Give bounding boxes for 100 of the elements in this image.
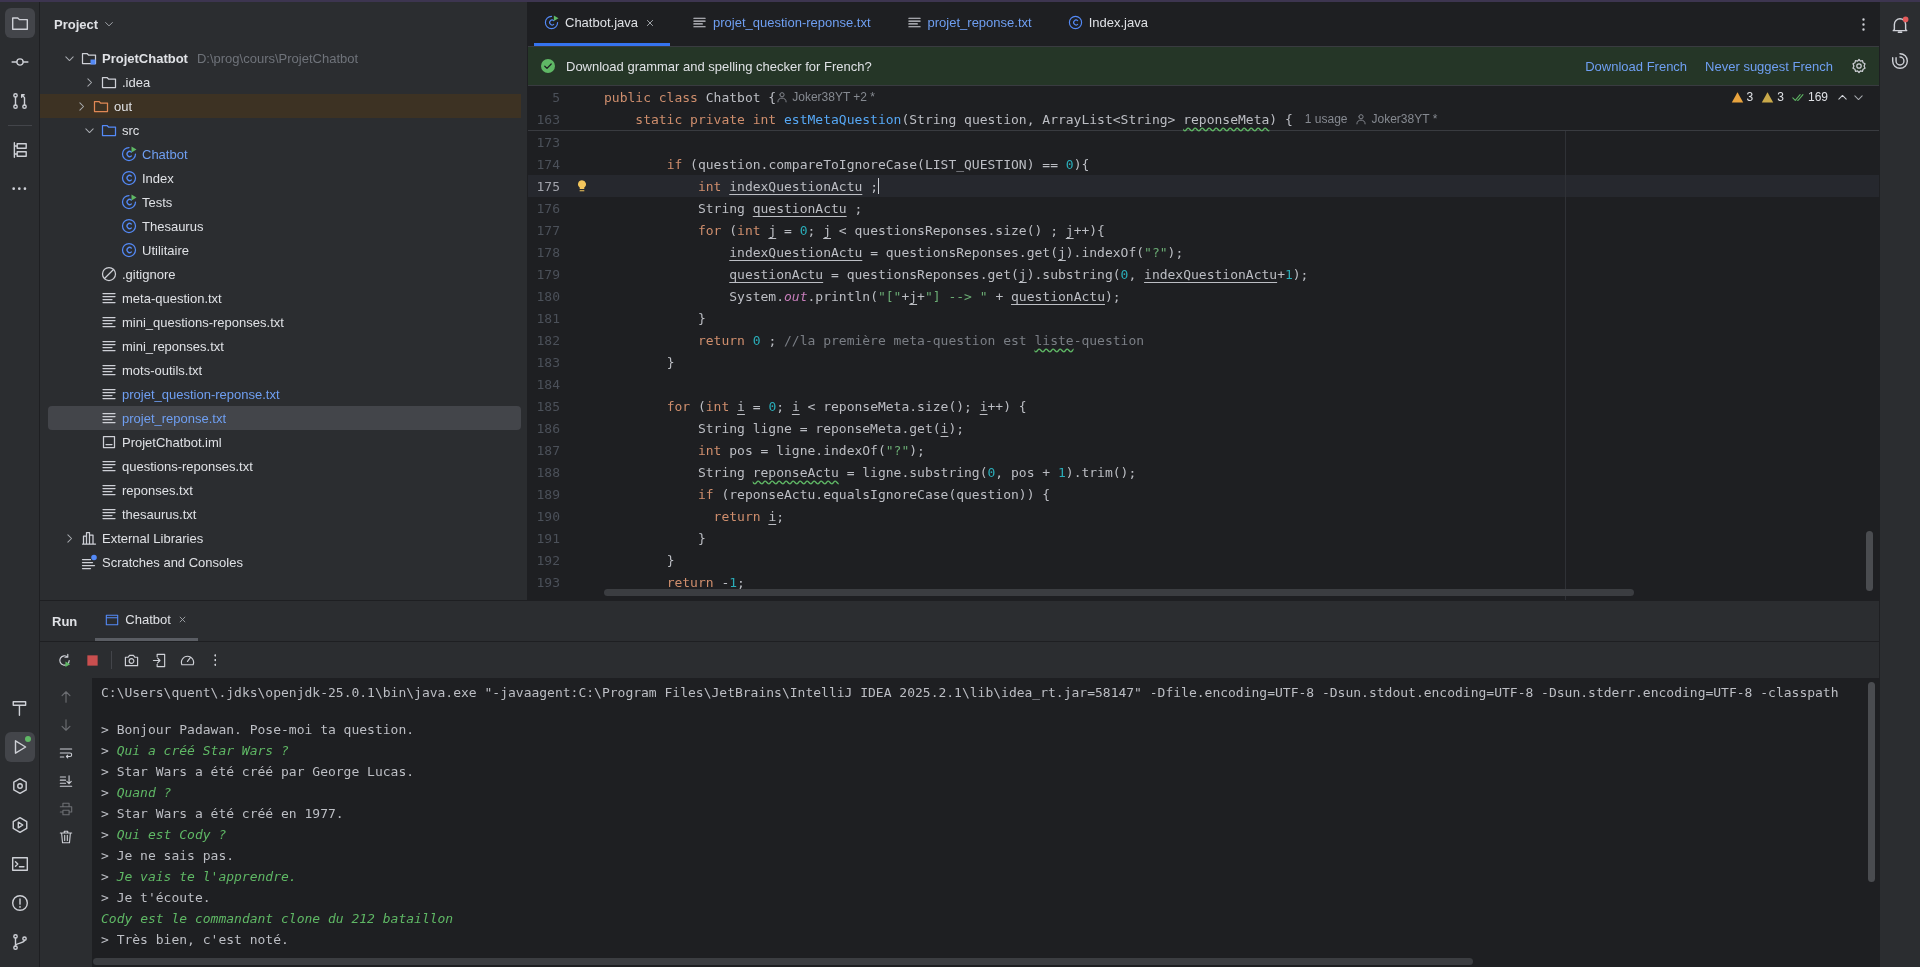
text-file-icon	[101, 314, 117, 330]
tree-item[interactable]: External Libraries	[48, 526, 521, 550]
rerun-icon	[56, 652, 72, 668]
folder-icon	[10, 14, 29, 32]
tree-item[interactable]: src	[48, 118, 521, 142]
tree-item[interactable]: Scratches and Consoles	[48, 550, 521, 574]
text-file-icon	[101, 386, 117, 402]
tree-item[interactable]: thesaurus.txt	[48, 502, 521, 526]
scrollbar-thumb[interactable]	[604, 589, 1634, 596]
scrollbar-thumb[interactable]	[93, 958, 1473, 965]
console-line: > Très bien, c'est noté.	[101, 931, 290, 949]
inspection-count[interactable]: 3	[1777, 90, 1784, 104]
scroll-end-icon	[59, 774, 73, 788]
project-path: D:\prog\cours\ProjetChatbot	[196, 50, 359, 66]
code-line: for (int i = 0; i < reponseMeta.size(); i++) {	[665, 398, 1027, 414]
tree-item[interactable]: ProjetChatbot.iml	[48, 430, 521, 454]
tree-item[interactable]: mini_reponses.txt	[48, 334, 521, 358]
text-file-icon	[101, 290, 117, 306]
person-icon	[776, 91, 789, 103]
text-file-icon	[101, 410, 117, 426]
code-line: }	[696, 530, 706, 546]
module-file-icon	[101, 434, 117, 450]
class-icon	[121, 242, 137, 258]
pull-request-icon	[10, 92, 29, 110]
tool-window-button[interactable]	[4, 8, 35, 38]
tree-item[interactable]: projet_reponse.txt	[48, 406, 521, 430]
text-file-icon	[101, 362, 117, 378]
code-line: }	[665, 552, 675, 568]
text-file-icon	[101, 506, 117, 522]
scrollbar-thumb[interactable]	[1868, 682, 1875, 882]
console-line: Cody est le commandant clone du 212 bataillon	[101, 910, 455, 928]
camera-icon	[123, 652, 139, 668]
editor-tab[interactable]: projet_question-reponse.txt	[682, 2, 885, 46]
code-line: }	[665, 354, 675, 370]
notification-link[interactable]: Download French	[1585, 58, 1688, 74]
tree-item[interactable]: Chatbot	[48, 142, 521, 166]
console-icon	[105, 612, 120, 627]
run-tab[interactable]: Chatbot	[95, 601, 198, 641]
tree-item[interactable]: reponses.txt	[48, 478, 521, 502]
terminal-icon	[10, 855, 29, 873]
tree-item[interactable]: mini_questions-reponses.txt	[48, 310, 521, 334]
editor-tab[interactable]: Index.java	[1057, 2, 1162, 46]
branch-icon	[10, 933, 29, 951]
console-line: > Qui est Cody ?	[101, 826, 228, 844]
tree-item[interactable]: meta-question.txt	[48, 286, 521, 310]
inlay-hint[interactable]: 1 usage	[1304, 112, 1348, 126]
editor-tab[interactable]: projet_reponse.txt	[896, 2, 1046, 46]
project-folder-icon	[81, 50, 97, 66]
tree-item[interactable]: .gitignore	[48, 262, 521, 286]
tree-item[interactable]: ProjetChatbot D:\prog\cours\ProjetChatbot	[48, 46, 521, 70]
stop-icon	[84, 652, 100, 668]
code-line: questionActu = questionsReponses.get(j).substring(0, indexQuestionActu+1);	[728, 266, 1309, 282]
notification-link[interactable]: Never suggest French	[1705, 58, 1833, 74]
warning-icon	[1730, 90, 1744, 104]
class-icon	[121, 170, 137, 186]
light-bulb-icon	[575, 179, 589, 193]
console-line: > Star Wars a été créé en 1977.	[101, 805, 345, 823]
more-icon	[12, 187, 27, 191]
inspection-count[interactable]: 169	[1807, 90, 1828, 104]
tool-window-button[interactable]	[4, 732, 35, 762]
code-line: int pos = ligne.indexOf("?");	[696, 442, 925, 458]
inspection-count[interactable]: 3	[1746, 90, 1754, 104]
scrollbar-thumb[interactable]	[1866, 531, 1873, 591]
text-file-icon	[101, 482, 117, 498]
code-line: if (question.compareToIgnoreCase(LIST_QUESTION) == 0){	[665, 156, 1090, 172]
hammer-icon	[10, 699, 29, 717]
inlay-hint[interactable]: Joker38YT +2 *	[792, 90, 876, 104]
runnable-class-icon	[121, 146, 137, 162]
ignore-icon	[101, 266, 117, 282]
bell-icon	[1891, 16, 1909, 34]
tree-item[interactable]: Index	[48, 166, 521, 190]
console-line: > Quand ?	[101, 784, 173, 802]
code-line: static private int estMetaQuestion(String question, ArrayList<String> reponseMeta) {	[634, 111, 1293, 127]
arrow-down-icon	[59, 718, 73, 732]
tree-item[interactable]: out	[40, 94, 521, 118]
class-icon	[121, 218, 137, 234]
tree-item[interactable]: Tests	[48, 190, 521, 214]
console-line: > Je vais te l'apprendre.	[101, 868, 298, 886]
code-line: System.out.println("["+j+"] --> " + questionActu);	[728, 288, 1121, 304]
tree-item[interactable]: Thesaurus	[48, 214, 521, 238]
code-line: indexQuestionActu = questionsReponses.get(j).indexOf("?");	[728, 244, 1184, 260]
person-icon	[1355, 113, 1368, 125]
code-line: for (int j = 0; j < questionsReponses.size() ; j++){	[696, 222, 1105, 238]
warning-icon	[1761, 90, 1775, 104]
tree-item[interactable]: questions-reponses.txt	[48, 454, 521, 478]
tree-item[interactable]: mots-outils.txt	[48, 358, 521, 382]
inlay-hint[interactable]: Joker38YT *	[1371, 112, 1438, 126]
console-line: > Bonjour Padawan. Pose-moi ta question.	[101, 721, 416, 739]
wrap-icon	[59, 746, 73, 760]
code-line: int indexQuestionActu ;	[696, 178, 878, 194]
tree-item[interactable]: Utilitaire	[48, 238, 521, 262]
tree-item[interactable]: projet_question-reponse.txt	[48, 382, 521, 406]
code-line: return -1;	[665, 574, 745, 590]
code-line: String ligne = reponseMeta.get(i);	[696, 420, 965, 436]
panel-title[interactable]: Project	[54, 16, 99, 32]
code-line: if (reponseActu.equalsIgnoreCase(question)) {	[696, 486, 1051, 502]
arrow-up-icon	[59, 690, 73, 704]
more-icon	[213, 653, 217, 667]
tree-item[interactable]: .idea	[48, 70, 521, 94]
code-line: }	[696, 310, 706, 326]
